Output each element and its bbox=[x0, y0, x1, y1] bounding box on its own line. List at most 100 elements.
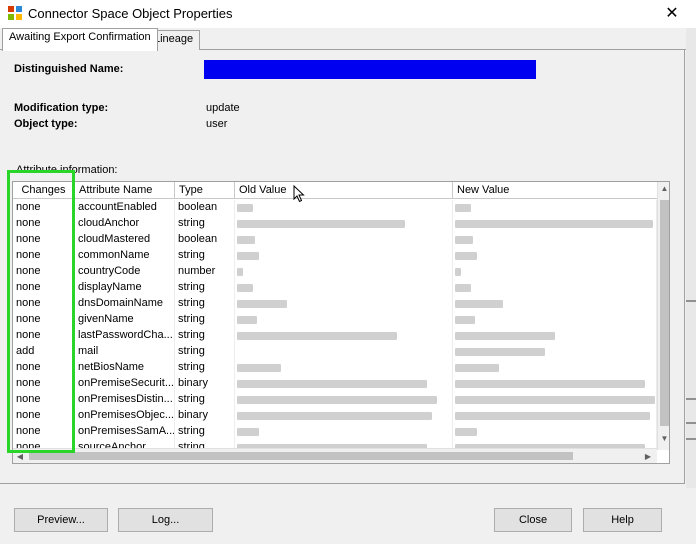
redacted-value bbox=[455, 252, 477, 260]
attribute-information-label: Attribute information: bbox=[16, 164, 118, 176]
cell-old-value bbox=[235, 440, 453, 448]
scroll-up-icon[interactable]: ▲ bbox=[658, 182, 669, 196]
cell-old-value bbox=[235, 312, 453, 328]
redacted-value bbox=[455, 380, 645, 388]
cell-type: string bbox=[175, 296, 235, 312]
horizontal-scrollbar[interactable]: ◀ ▶ bbox=[13, 448, 657, 463]
column-header-changes[interactable]: Changes bbox=[13, 182, 75, 199]
column-header-new-value[interactable]: New Value bbox=[453, 182, 669, 199]
vertical-scrollbar[interactable]: ▲ ▼ bbox=[657, 182, 669, 450]
cell-new-value bbox=[453, 280, 657, 296]
log-button[interactable]: Log... bbox=[118, 508, 213, 532]
cell-attribute-name: cloudMastered bbox=[75, 232, 175, 248]
redacted-value bbox=[455, 300, 503, 308]
cell-old-value bbox=[235, 280, 453, 296]
cell-new-value bbox=[453, 264, 657, 280]
table-row[interactable]: none commonName string bbox=[13, 248, 657, 264]
mouse-cursor-icon bbox=[293, 185, 305, 203]
cell-type: string bbox=[175, 360, 235, 376]
cell-attribute-name: netBiosName bbox=[75, 360, 175, 376]
redacted-value bbox=[237, 412, 432, 420]
cell-attribute-name: givenName bbox=[75, 312, 175, 328]
preview-button[interactable]: Preview... bbox=[14, 508, 108, 532]
close-button[interactable]: Close bbox=[494, 508, 572, 532]
cell-old-value bbox=[235, 264, 453, 280]
tab-strip: Awaiting Export Confirmation Lineage bbox=[0, 28, 696, 51]
cell-changes: none bbox=[13, 360, 75, 376]
cell-old-value bbox=[235, 248, 453, 264]
table-row[interactable]: none dnsDomainName string bbox=[13, 296, 657, 312]
table-row[interactable]: none countryCode number bbox=[13, 264, 657, 280]
cell-attribute-name: dnsDomainName bbox=[75, 296, 175, 312]
help-button[interactable]: Help bbox=[583, 508, 662, 532]
cell-type: number bbox=[175, 264, 235, 280]
cell-changes: none bbox=[13, 264, 75, 280]
attribute-grid[interactable]: Changes Attribute Name Type Old Value Ne… bbox=[12, 181, 670, 464]
column-header-attribute-name[interactable]: Attribute Name bbox=[75, 182, 175, 199]
redacted-value bbox=[237, 316, 257, 324]
cell-type: string bbox=[175, 312, 235, 328]
tab-awaiting-export-confirmation[interactable]: Awaiting Export Confirmation bbox=[2, 28, 158, 51]
redacted-value bbox=[455, 428, 477, 436]
column-header-type[interactable]: Type bbox=[175, 182, 235, 199]
table-row[interactable]: none sourceAnchor string bbox=[13, 440, 657, 448]
table-row[interactable]: none onPremisesDistin... string bbox=[13, 392, 657, 408]
table-row[interactable]: none onPremisesSamA... string bbox=[13, 424, 657, 440]
table-row[interactable]: none cloudMastered boolean bbox=[13, 232, 657, 248]
cell-new-value bbox=[453, 200, 657, 216]
cell-type: binary bbox=[175, 408, 235, 424]
table-row[interactable]: none cloudAnchor string bbox=[13, 216, 657, 232]
modification-type-value: update bbox=[206, 102, 240, 114]
redacted-value bbox=[237, 428, 259, 436]
redacted-value bbox=[455, 284, 471, 292]
redacted-value bbox=[455, 348, 545, 356]
object-type-value: user bbox=[206, 118, 228, 130]
distinguished-name-value-redacted bbox=[204, 60, 536, 79]
cell-type: boolean bbox=[175, 232, 235, 248]
cell-changes: none bbox=[13, 232, 75, 248]
redacted-value bbox=[237, 380, 427, 388]
cell-attribute-name: cloudAnchor bbox=[75, 216, 175, 232]
background-window-edge bbox=[686, 28, 696, 488]
scroll-left-icon[interactable]: ◀ bbox=[13, 449, 27, 463]
cell-type: string bbox=[175, 216, 235, 232]
redacted-value bbox=[237, 268, 243, 276]
cell-changes: none bbox=[13, 376, 75, 392]
cell-old-value bbox=[235, 392, 453, 408]
cell-changes: none bbox=[13, 392, 75, 408]
cell-attribute-name: onPremiseSecurit... bbox=[75, 376, 175, 392]
redacted-value bbox=[455, 364, 499, 372]
redacted-value bbox=[237, 220, 405, 228]
cell-type: string bbox=[175, 392, 235, 408]
cell-attribute-name: countryCode bbox=[75, 264, 175, 280]
cell-type: string bbox=[175, 424, 235, 440]
cell-type: string bbox=[175, 328, 235, 344]
scroll-right-icon[interactable]: ▶ bbox=[641, 449, 655, 463]
table-row[interactable]: none givenName string bbox=[13, 312, 657, 328]
table-row[interactable]: none onPremiseSecurit... binary bbox=[13, 376, 657, 392]
title-bar: Connector Space Object Properties ✕ bbox=[0, 0, 696, 28]
cell-old-value bbox=[235, 408, 453, 424]
close-window-button[interactable]: ✕ bbox=[662, 3, 682, 23]
cell-old-value bbox=[235, 328, 453, 344]
cell-changes: none bbox=[13, 424, 75, 440]
scroll-down-icon[interactable]: ▼ bbox=[658, 432, 669, 446]
cell-type: boolean bbox=[175, 200, 235, 216]
redacted-value bbox=[237, 332, 397, 340]
table-row[interactable]: none onPremisesObjec... binary bbox=[13, 408, 657, 424]
modification-type-label: Modification type: bbox=[14, 102, 109, 114]
redacted-value bbox=[455, 396, 655, 404]
table-row[interactable]: none displayName string bbox=[13, 280, 657, 296]
horizontal-scroll-thumb[interactable] bbox=[29, 452, 573, 460]
cell-new-value bbox=[453, 296, 657, 312]
table-row[interactable]: none netBiosName string bbox=[13, 360, 657, 376]
column-header-old-value[interactable]: Old Value bbox=[235, 182, 453, 199]
table-row[interactable]: add mail string bbox=[13, 344, 657, 360]
cell-changes: none bbox=[13, 312, 75, 328]
cell-type: binary bbox=[175, 376, 235, 392]
redacted-value bbox=[455, 236, 473, 244]
table-row[interactable]: none accountEnabled boolean bbox=[13, 200, 657, 216]
vertical-scroll-thumb[interactable] bbox=[660, 200, 669, 426]
table-row[interactable]: none lastPasswordCha... string bbox=[13, 328, 657, 344]
cell-type: string bbox=[175, 248, 235, 264]
